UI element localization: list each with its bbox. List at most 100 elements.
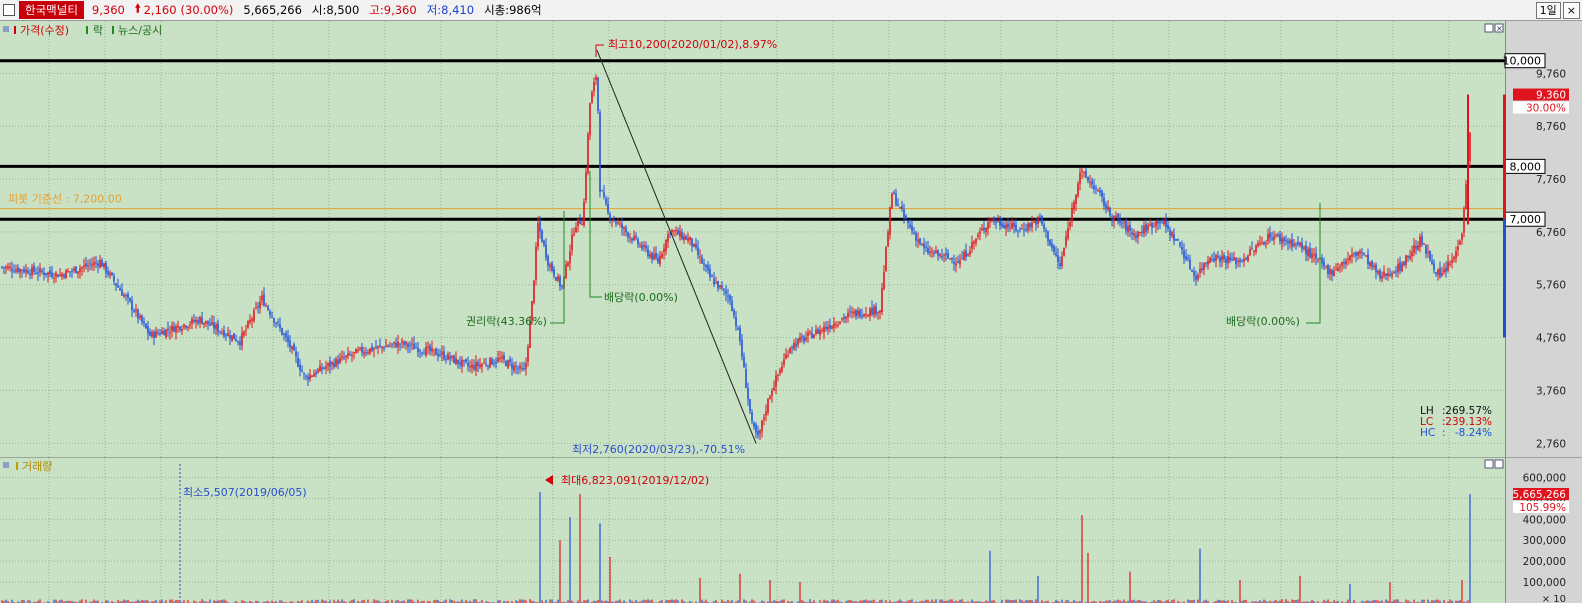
candle-body xyxy=(549,264,551,268)
candle-body xyxy=(377,345,379,348)
candle-body xyxy=(1309,247,1311,257)
candle-body xyxy=(1375,264,1377,272)
candle-body xyxy=(1145,224,1147,232)
candle-body xyxy=(803,336,805,342)
volume-bar xyxy=(1285,599,1287,603)
volume-bar xyxy=(569,517,571,603)
legend-volume[interactable]: 거래량 xyxy=(22,460,52,473)
candle-body xyxy=(573,233,575,236)
volume-bar xyxy=(651,599,653,603)
candle-body xyxy=(131,300,133,311)
candle-body xyxy=(1179,242,1181,246)
candle-body xyxy=(871,307,873,315)
close-button[interactable]: × xyxy=(1562,2,1580,19)
candle-body xyxy=(1021,228,1023,230)
candle-body xyxy=(269,311,271,316)
candle-body xyxy=(1101,190,1103,197)
candle-body xyxy=(349,354,351,356)
candle-body xyxy=(695,243,697,248)
candle-body xyxy=(699,256,701,258)
candle-body xyxy=(157,332,159,334)
candle-body xyxy=(927,247,929,254)
candle-body xyxy=(415,347,417,349)
volume-bar xyxy=(911,599,913,603)
candle-body xyxy=(1059,262,1061,267)
candle-body xyxy=(1005,224,1007,229)
candle-body xyxy=(681,232,683,240)
candle-body xyxy=(747,387,749,400)
candle-body xyxy=(855,309,857,317)
candle-body xyxy=(933,252,935,255)
candle-body xyxy=(897,204,899,207)
candle-body xyxy=(713,278,715,285)
candle-body xyxy=(1225,258,1227,264)
candle-body xyxy=(1019,228,1021,230)
candle-body xyxy=(941,255,943,258)
candle-body xyxy=(959,260,961,265)
candle-body xyxy=(1329,269,1331,274)
candle-body xyxy=(1001,223,1003,227)
candle-body xyxy=(973,241,975,244)
candle-body xyxy=(1093,185,1095,190)
candle-body xyxy=(1369,261,1371,266)
candle-body xyxy=(723,288,725,290)
candle-body xyxy=(217,323,219,332)
candle-body xyxy=(381,346,383,348)
candle-body xyxy=(1047,231,1049,242)
candle-body xyxy=(67,271,69,273)
legend-price[interactable]: 가격(수정) xyxy=(20,24,69,37)
candle-body xyxy=(253,310,255,321)
candle-body xyxy=(737,328,739,330)
candle-body xyxy=(1359,251,1361,254)
current-volume-pct: 105.99% xyxy=(1519,502,1566,514)
candle-body xyxy=(77,271,79,274)
select-checkbox[interactable] xyxy=(3,4,15,16)
candle-body xyxy=(1133,233,1135,236)
candle-body xyxy=(233,333,235,340)
candle-body xyxy=(667,234,669,242)
volume-bar xyxy=(409,599,411,603)
candle-body xyxy=(1053,245,1055,252)
candle-body xyxy=(135,309,137,312)
candle-body xyxy=(915,232,917,241)
candle-body xyxy=(513,365,515,371)
candle-body xyxy=(279,324,281,328)
candle-body xyxy=(857,310,859,316)
candle-body xyxy=(1405,255,1407,265)
candle-body xyxy=(193,319,195,322)
volume-bar xyxy=(743,599,745,603)
candle-body xyxy=(287,336,289,343)
candle-body xyxy=(1279,234,1281,242)
volume-bar xyxy=(1389,582,1391,603)
candle-body xyxy=(277,321,279,323)
volume-bar xyxy=(1385,599,1387,603)
period-button[interactable]: 1일 xyxy=(1535,2,1561,19)
volume-bar xyxy=(1199,548,1201,603)
volume-bar xyxy=(445,599,447,603)
candle-body xyxy=(247,321,249,328)
legend-news[interactable]: 뉴스/공시 xyxy=(118,24,162,37)
candle-body xyxy=(655,252,657,259)
candle-body xyxy=(391,343,393,345)
candle-body xyxy=(213,322,215,329)
price-tick-label: 8,760 xyxy=(1536,121,1566,133)
candle-body xyxy=(677,230,679,235)
candle-body xyxy=(851,311,853,313)
candle-body xyxy=(69,271,71,273)
candle-body xyxy=(1235,257,1237,265)
candle-body xyxy=(691,238,693,247)
candle-body xyxy=(1167,224,1169,229)
stock-chart[interactable]: 피봇 기준선 : 7,200.00 최고10,200(2020/01/02),8… xyxy=(0,21,1582,603)
stock-name[interactable]: 한국맥널티 xyxy=(19,1,84,19)
candle-body xyxy=(607,203,609,213)
candle-body xyxy=(795,343,797,347)
legend-ex[interactable]: 락 xyxy=(93,24,103,37)
candle-body xyxy=(627,232,629,238)
candle-body xyxy=(657,257,659,263)
candle-body xyxy=(889,208,891,235)
candle-body xyxy=(671,229,673,232)
candle-body xyxy=(389,345,391,347)
candle-body xyxy=(1017,230,1019,232)
candle-body xyxy=(257,306,259,308)
panel-close-icon[interactable]: × xyxy=(1496,24,1503,33)
